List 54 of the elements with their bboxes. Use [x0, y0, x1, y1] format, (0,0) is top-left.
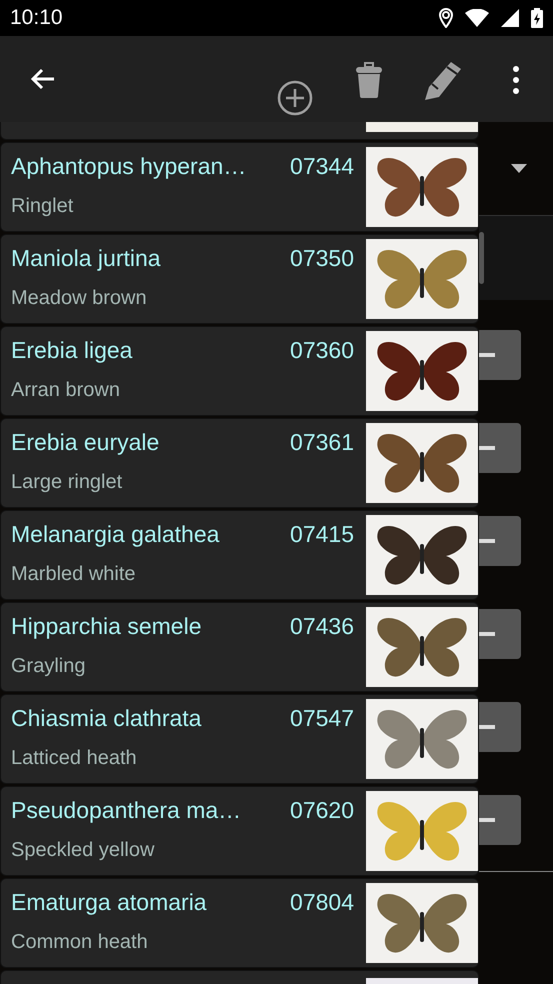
- species-code: 07415: [290, 520, 354, 549]
- list-card[interactable]: [0, 122, 479, 140]
- add-icon[interactable]: [277, 80, 313, 116]
- scientific-name: Ematurga atomaria: [11, 888, 207, 917]
- species-code: 07804: [290, 888, 354, 917]
- remove-button[interactable]: [479, 795, 521, 845]
- common-name: Grayling: [11, 654, 86, 679]
- remove-button[interactable]: [479, 423, 521, 473]
- scientific-name: Pseudopanthera ma…: [11, 796, 242, 825]
- species-code: 07361: [290, 428, 354, 457]
- scientific-name: Erebia euryale: [11, 428, 160, 457]
- scientific-name: Maniola jurtina: [11, 244, 161, 273]
- common-name: Latticed heath: [11, 746, 137, 771]
- species-code: 07620: [290, 796, 354, 825]
- scroll-thumb: [479, 232, 484, 284]
- scientific-name: Chiasmia clathrata: [11, 704, 202, 733]
- remove-button[interactable]: [479, 516, 521, 566]
- scientific-name: Hipparchia semele: [11, 612, 202, 641]
- location-icon: [439, 8, 453, 28]
- common-name: Speckled yellow: [11, 838, 154, 863]
- common-name: Arran brown: [11, 378, 120, 403]
- species-card[interactable]: Ematurga atomaria 07804 Common heath: [0, 878, 479, 968]
- species-code: 07547: [290, 704, 354, 733]
- species-code: 07344: [290, 152, 354, 181]
- species-card[interactable]: Hipparchia semele 07436 Grayling: [0, 602, 479, 692]
- delete-icon[interactable]: [356, 62, 382, 98]
- common-name: Ringlet: [11, 194, 74, 219]
- signal-icon: [501, 9, 519, 27]
- common-name: Meadow brown: [11, 286, 147, 311]
- species-code: 07350: [290, 244, 354, 273]
- battery-icon: [531, 8, 543, 28]
- wifi-icon: [465, 9, 489, 27]
- remove-button[interactable]: [479, 702, 521, 752]
- remove-button[interactable]: [479, 330, 521, 380]
- species-code: 07436: [290, 612, 354, 641]
- dropdown-caret-icon[interactable]: [511, 164, 527, 173]
- remove-button[interactable]: [479, 609, 521, 659]
- common-name: Marbled white: [11, 562, 136, 587]
- common-name: Large ringlet: [11, 470, 122, 495]
- species-card[interactable]: Pseudopanthera ma… 07620 Speckled yellow: [0, 786, 479, 876]
- species-card[interactable]: Erebia euryale 07361 Large ringlet: [0, 418, 479, 508]
- list-card[interactable]: [0, 970, 479, 984]
- scientific-name: Melanargia galathea: [11, 520, 220, 549]
- scientific-name: Erebia ligea: [11, 336, 132, 365]
- common-name: Common heath: [11, 930, 148, 955]
- edit-icon[interactable]: [423, 60, 463, 100]
- scientific-name: Aphantopus hyperan…: [11, 152, 246, 181]
- species-card[interactable]: Melanargia galathea 07415 Marbled white: [0, 510, 479, 600]
- species-card[interactable]: Erebia ligea 07360 Arran brown: [0, 326, 479, 416]
- species-card[interactable]: Maniola jurtina 07350 Meadow brown: [0, 234, 479, 324]
- status-time: 10:10: [10, 5, 63, 32]
- species-card[interactable]: Chiasmia clathrata 07547 Latticed heath: [0, 694, 479, 784]
- species-card[interactable]: Aphantopus hyperan… 07344 Ringlet: [0, 142, 479, 232]
- species-code: 07360: [290, 336, 354, 365]
